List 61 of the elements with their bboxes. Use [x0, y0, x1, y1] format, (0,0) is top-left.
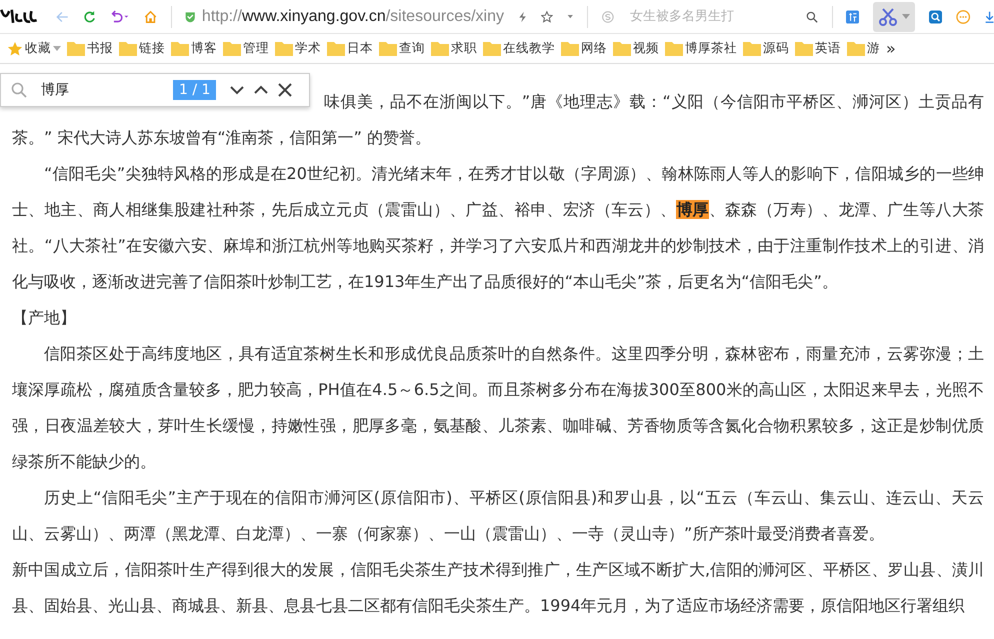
bookmark-folder[interactable]: 求职: [428, 40, 480, 57]
text-line: 味俱美，品不在浙闽以下。”唐《地理志》载：“义阳（今信阳市平桥区、浉河区）土贡品有: [324, 91, 984, 113]
close-icon[interactable]: [278, 83, 292, 97]
caret-icon[interactable]: [566, 14, 574, 20]
star-icon: [7, 40, 23, 56]
chevron-down-icon[interactable]: [230, 85, 244, 95]
text-line: 新中国成立后，信阳茶叶生产得到很大的发展，信阳毛尖茶生产技术得到推广，生产区域不断扩大,信阳的浉河区、平桥区、罗山县、潢川: [12, 559, 984, 581]
text-line: 社。“八大茶社”在安徽六安、麻埠和浙江杭州等地购买茶籽，并学习了六安瓜片和西湖龙井的炒制技术，由于注重制作技术上的引进、消: [12, 235, 984, 257]
text-line: “信阳毛尖”尖独特风格的形成是在20世纪初。清光绪末年，在秀才甘以敬（字周源）、翰林陈雨人等人的影响下，信阳城乡的一些绅: [43, 163, 984, 185]
bookmark-folder[interactable]: 链接: [116, 40, 168, 57]
bookmark-folder[interactable]: 管理: [220, 40, 272, 57]
scissors-button[interactable]: [873, 2, 916, 32]
scissors-icon: [878, 6, 898, 26]
text-line: 壤深厚疏松，腐殖质含量较多，肥力较高，PH值在4.5～6.5之间。而且茶树多分布在海拔300至800米的高山区，太阳迟来早去，光照不: [12, 379, 984, 401]
bookmark-folder[interactable]: 源码: [740, 40, 792, 57]
bookmark-folder[interactable]: 查询: [376, 40, 428, 57]
folder-icon: [171, 41, 189, 56]
folder-icon: [795, 41, 813, 56]
folder-icon: [613, 41, 631, 56]
folder-icon: [223, 41, 241, 56]
text-line: 信阳茶区处于高纬度地区，具有适宜茶树生长和形成优良品质茶叶的自然条件。这里四季分明，森林密布，雨量充沛，云雾弥漫；土: [43, 343, 984, 365]
bookmark-folder[interactable]: 游: [844, 40, 883, 57]
caret-icon: [53, 46, 61, 51]
match-count: 1 / 1: [173, 80, 216, 100]
folder-icon: [665, 41, 683, 56]
address-text[interactable]: http://www.xinyang.gov.cn/sitesources/xiny: [202, 8, 504, 26]
bookmark-folder[interactable]: 博厚茶社: [662, 40, 740, 57]
bookmark-folder[interactable]: 博客: [168, 40, 220, 57]
favorites-button[interactable]: 收藏: [4, 40, 64, 57]
text-line: 【产地】: [12, 307, 77, 329]
text-line: 县、固始县、光山县、商城县、新县、息县七县二区都有信阳毛尖茶生产。1994年元月，为了适应市场经济需要，原信阳地区行署组织: [12, 595, 966, 617]
bookmark-folder[interactable]: 学术: [272, 40, 324, 57]
folder-icon: [847, 41, 865, 56]
text-line: 士、地主、商人相继集股建社种茶，先后成立元贞（震雷山）、广益、裕申、宏济（车云）、博厚、森森（万寿）、龙潭、广生等八大茶: [12, 199, 984, 221]
text-line: 山、云雾山）、两潭（黑龙潭、白龙潭）、一寨（何家寨）、一山（震雷山）、一寺（灵山寺）”所产茶叶最受消费者喜爱。: [12, 523, 886, 545]
folder-icon: [431, 41, 449, 56]
folder-icon: [483, 41, 501, 56]
text-line: 茶。” 宋代大诗人苏东坡曾有“淮南茶，信阳第一” 的赞誉。: [12, 127, 432, 149]
find-bar[interactable]: 博厚 1 / 1: [0, 73, 310, 107]
text-line: 绿茶所不能缺少的。: [12, 451, 157, 473]
text-line: 化与吸收，逐渐改进完善了信阳茶叶炒制工艺，在1913年生产出了品质很好的“本山毛尖”茶，后更名为“信阳毛尖”。: [12, 271, 839, 293]
folder-icon: [561, 41, 579, 56]
caret-icon: [902, 14, 910, 19]
bookmark-folder[interactable]: 网络: [558, 40, 610, 57]
bookmark-folder[interactable]: 英语: [792, 40, 844, 57]
folder-icon: [327, 41, 345, 56]
folder-icon: [275, 41, 293, 56]
text-line: 历史上“信阳毛尖”主产于现在的信阳市浉河区(原信阳市)、平桥区(原信阳县)和罗山县，以“五云（车云山、集云山、连云山、天云: [43, 487, 984, 509]
folder-icon: [379, 41, 397, 56]
bookmark-folder[interactable]: 在线教学: [480, 40, 558, 57]
folder-icon: [119, 41, 137, 56]
more-bookmarks-button[interactable]: »: [883, 39, 899, 58]
chevron-up-icon[interactable]: [254, 85, 268, 95]
bookmark-folder[interactable]: 日本: [324, 40, 376, 57]
search-highlight: 博厚: [676, 200, 709, 219]
folder-icon: [743, 41, 761, 56]
folder-icon: [67, 41, 85, 56]
text-line: 强，日夜温差较大，芽叶生长缓慢，持嫩性强，肥厚多毫，氨基酸、儿茶素、咖啡碱、芳香物质等含氮化合物积累较多，这正是炒制优质: [12, 415, 984, 437]
bookmark-folder[interactable]: 书报: [64, 40, 116, 57]
search-icon: [11, 82, 27, 98]
bookmark-folder[interactable]: 视频: [610, 40, 662, 57]
